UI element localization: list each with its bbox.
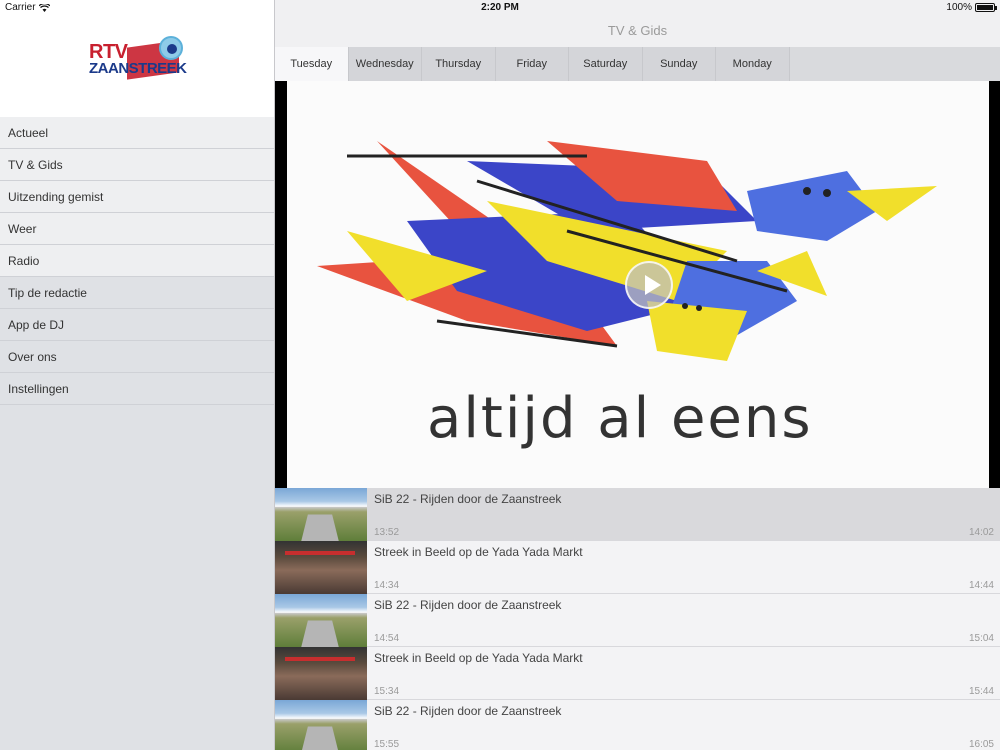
tab-thursday[interactable]: Thursday [422,47,496,81]
program-end-time: 15:44 [968,686,994,697]
program-start-time: 15:55 [374,739,400,750]
video-caption: altijd al eens [427,386,813,451]
battery-percent: 100% [946,2,972,13]
video-player[interactable]: altijd al eens [275,81,1000,488]
program-row[interactable]: Streek in Beeld op de Yada Yada Markt 15… [275,647,1000,700]
battery-icon [975,3,997,12]
program-title: SiB 22 - Rijden door de Zaanstreek [374,598,562,612]
sidebar-item-tip-de-redactie[interactable]: Tip de redactie [0,277,274,309]
program-end-time: 15:04 [968,633,994,644]
tab-tuesday[interactable]: Tuesday [275,47,349,81]
rtv-zaanstreek-logo: RTV ZAANSTREEK [87,36,187,96]
sidebar: RTV ZAANSTREEK Actueel TV & Gids Uitzend… [0,0,275,750]
sidebar-item-actueel[interactable]: Actueel [0,117,274,149]
program-thumbnail [275,541,367,594]
tab-monday[interactable]: Monday [716,47,790,81]
program-start-time: 15:34 [374,686,400,697]
sidebar-item-tv-gids[interactable]: TV & Gids [0,149,274,181]
tab-saturday[interactable]: Saturday [569,47,643,81]
page-title: TV & Gids [607,23,668,38]
program-thumbnail [275,488,367,541]
status-bar: Carrier 2:20 PM 100% [0,0,1000,15]
bird-illustration [317,141,937,361]
status-right: 100% [946,2,997,13]
tab-friday[interactable]: Friday [495,47,569,81]
sidebar-item-weer[interactable]: Weer [0,213,274,245]
program-thumbnail [275,647,367,700]
program-title: SiB 22 - Rijden door de Zaanstreek [374,492,562,506]
program-end-time: 16:05 [968,739,994,750]
sidebar-item-over-ons[interactable]: Over ons [0,341,274,373]
program-thumbnail [275,700,367,750]
status-time: 2:20 PM [481,2,519,13]
program-start-time: 14:34 [374,580,400,591]
tab-wednesday[interactable]: Wednesday [348,47,422,81]
main-panel: TV & Gids Tuesday Wednesday Thursday Fri… [275,0,1000,750]
program-row[interactable]: Streek in Beeld op de Yada Yada Markt 14… [275,541,1000,594]
program-title: Streek in Beeld op de Yada Yada Markt [374,651,583,665]
sidebar-header: RTV ZAANSTREEK [0,0,274,117]
play-button[interactable] [625,261,673,309]
tab-sunday[interactable]: Sunday [642,47,716,81]
sidebar-item-uitzending-gemist[interactable]: Uitzending gemist [0,181,274,213]
program-row[interactable]: SiB 22 - Rijden door de Zaanstreek 15:55… [275,700,1000,750]
video-frame: altijd al eens [287,81,989,488]
program-thumbnail [275,594,367,647]
program-end-time: 14:02 [968,527,994,538]
sidebar-item-instellingen[interactable]: Instellingen [0,373,274,405]
program-start-time: 14:54 [374,633,400,644]
program-title: SiB 22 - Rijden door de Zaanstreek [374,704,562,718]
program-end-time: 14:44 [968,580,994,591]
logo-text-zaanstreek: ZAANSTREEK [89,60,187,77]
day-tabs: Tuesday Wednesday Thursday Friday Saturd… [275,47,1000,81]
program-start-time: 13:52 [374,527,400,538]
sidebar-item-app-de-dj[interactable]: App de DJ [0,309,274,341]
logo-dot [167,44,177,54]
program-title: Streek in Beeld op de Yada Yada Markt [374,545,583,559]
program-row[interactable]: SiB 22 - Rijden door de Zaanstreek 13:52… [275,488,1000,541]
program-row[interactable]: SiB 22 - Rijden door de Zaanstreek 14:54… [275,594,1000,647]
program-list: SiB 22 - Rijden door de Zaanstreek 13:52… [275,488,1000,750]
sidebar-item-radio[interactable]: Radio [0,245,274,277]
